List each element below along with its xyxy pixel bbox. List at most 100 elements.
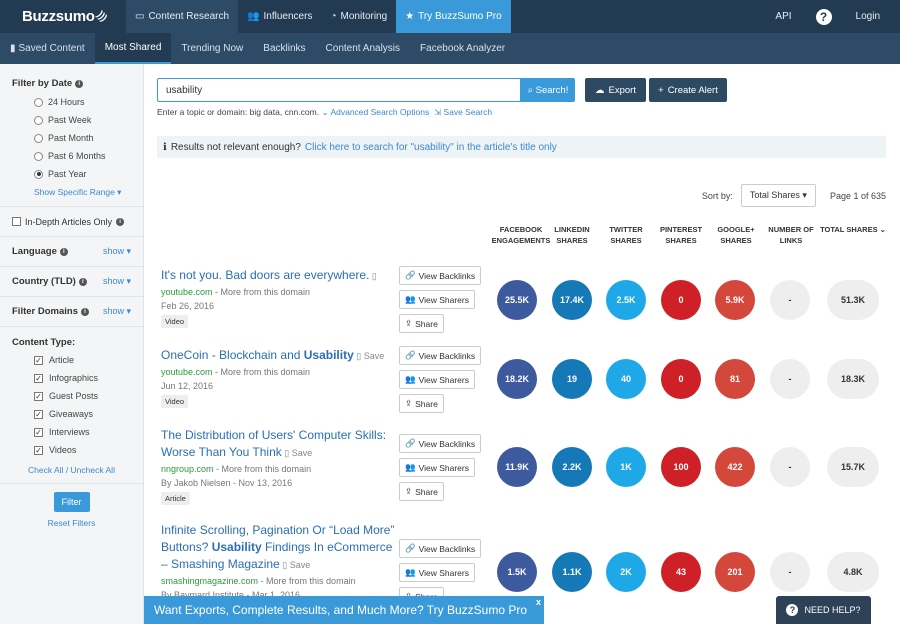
facebook-engagements-value: 18.2K: [497, 359, 537, 399]
date-option-24-hours[interactable]: 24 Hours: [12, 93, 131, 111]
view-sharers-button[interactable]: 👥 View Sharers: [399, 563, 475, 582]
col-twitter-shares[interactable]: TWITTER SHARES: [595, 224, 657, 246]
content-type-tag: Video: [161, 315, 189, 328]
col-googleplus-shares[interactable]: GOOGLE+ SHARES: [705, 224, 767, 246]
content-type-tag: Video: [161, 395, 189, 408]
nav-api[interactable]: API: [763, 11, 803, 22]
buzzsumo-logo[interactable]: Buzzsumo))): [0, 0, 126, 33]
help-button[interactable]: ?: [804, 8, 844, 25]
info-icon: ℹ: [163, 141, 167, 153]
article-title-link[interactable]: The Distribution of Users' Computer Skil…: [161, 427, 391, 462]
create-alert-button[interactable]: + Create Alert: [649, 78, 727, 102]
tab-saved-content[interactable]: ▮ Saved Content: [0, 33, 95, 64]
content-type-tag: Article: [161, 492, 190, 505]
in-depth-checkbox[interactable]: [12, 217, 21, 226]
content-type-guest-posts[interactable]: ✓ Guest Posts: [12, 387, 131, 405]
content-type-article[interactable]: ✓ Article: [12, 351, 131, 369]
tab-content-analysis[interactable]: Content Analysis: [316, 33, 411, 64]
article-domain-link[interactable]: nngroup.com: [161, 464, 214, 474]
total-shares-value: 18.3K: [827, 359, 879, 399]
col-pinterest-shares[interactable]: PINTEREST SHARES: [650, 224, 712, 246]
save-button[interactable]: ▯ Save: [354, 351, 384, 361]
language-show-toggle[interactable]: show ▾: [103, 246, 131, 257]
googleplus-shares-value: 5.9K: [715, 280, 755, 320]
save-search-link[interactable]: ⇲ Save Search: [434, 107, 492, 117]
number-of-links-value: -: [770, 552, 810, 592]
content-type-videos[interactable]: ✓ Videos: [12, 441, 131, 459]
domains-show-toggle[interactable]: show ▾: [103, 306, 131, 317]
check-all-link[interactable]: Check All / Uncheck All: [12, 465, 131, 475]
checkbox-checked-icon: ✓: [34, 409, 43, 419]
advanced-search-link[interactable]: ⌄ Advanced Search Options: [321, 107, 429, 117]
share-button[interactable]: ⇪Share: [399, 394, 444, 413]
page-indicator: Page 1 of 635: [829, 190, 886, 201]
cloud-download-icon: ☁: [595, 84, 605, 96]
wifi-icon: ))): [94, 9, 109, 24]
tab-facebook-analyzer[interactable]: Facebook Analyzer: [410, 33, 515, 64]
pinterest-shares-value: 0: [661, 359, 701, 399]
title-only-search-link[interactable]: Click here to search for "usability" in …: [305, 142, 557, 153]
view-backlinks-button[interactable]: 🔗 View Backlinks: [399, 346, 482, 365]
need-help-button[interactable]: ? NEED HELP?: [776, 596, 871, 624]
date-option-past-month[interactable]: Past Month: [12, 129, 131, 147]
search-input[interactable]: [157, 78, 521, 102]
col-linkedin-shares[interactable]: LINKEDIN SHARES: [541, 224, 603, 246]
close-icon[interactable]: x: [536, 597, 541, 607]
share-icon: ⇪: [405, 318, 413, 328]
googleplus-shares-value: 201: [715, 552, 755, 592]
col-number-of-links[interactable]: NUMBER OF LINKS: [760, 224, 822, 246]
save-button[interactable]: ▯: [369, 271, 377, 281]
tab-backlinks[interactable]: Backlinks: [253, 33, 315, 64]
view-backlinks-button[interactable]: 🔗 View Backlinks: [399, 266, 482, 285]
question-icon: ?: [786, 604, 799, 616]
share-icon: ⇪: [405, 486, 413, 496]
view-backlinks-button[interactable]: 🔗 View Backlinks: [399, 434, 482, 453]
nav-content-research[interactable]: ▭ Content Research: [126, 0, 239, 33]
search-button[interactable]: ⌕ Search!: [521, 78, 575, 102]
sort-select[interactable]: Total Shares ▾: [740, 184, 816, 207]
share-button[interactable]: ⇪Share: [399, 314, 444, 333]
more-from-domain-link[interactable]: - More from this domain: [213, 367, 310, 377]
share-button[interactable]: ⇪Share: [399, 482, 444, 501]
view-sharers-button[interactable]: 👥 View Sharers: [399, 370, 475, 389]
nav-influencers[interactable]: 👥 Influencers: [238, 0, 321, 33]
save-button[interactable]: ▯ Save: [282, 448, 312, 458]
country-show-toggle[interactable]: show ▾: [103, 276, 131, 287]
col-total-shares[interactable]: TOTAL SHARES ⌄: [816, 224, 890, 235]
view-sharers-button[interactable]: 👥 View Sharers: [399, 290, 475, 309]
googleplus-shares-value: 81: [715, 359, 755, 399]
reset-filters-link[interactable]: Reset Filters: [0, 518, 143, 528]
more-from-domain-link[interactable]: - More from this domain: [258, 576, 356, 586]
article-domain-link[interactable]: smashingmagazine.com: [161, 576, 258, 586]
more-from-domain-link[interactable]: - More from this domain: [214, 464, 311, 474]
date-option-past-6-months[interactable]: Past 6 Months: [12, 147, 131, 165]
article-domain-link[interactable]: youtube.com: [161, 287, 213, 297]
nav-monitoring[interactable]: ◔ Monitoring: [321, 0, 396, 33]
show-specific-range-link[interactable]: Show Specific Range ▾: [12, 187, 131, 198]
nav-login[interactable]: Login: [844, 11, 900, 22]
radio-icon: [34, 97, 43, 107]
article-title-link[interactable]: Infinite Scrolling, Pagination Or “Load …: [161, 522, 396, 574]
content-type-interviews[interactable]: ✓ Interviews: [12, 423, 131, 441]
more-from-domain-link[interactable]: - More from this domain: [213, 287, 310, 297]
nav-try-pro[interactable]: ★ Try BuzzSumo Pro: [396, 0, 511, 33]
export-button[interactable]: ☁ Export: [585, 78, 646, 102]
save-button[interactable]: ▯ Save: [280, 560, 310, 570]
filter-button[interactable]: Filter: [53, 492, 90, 512]
tab-trending-now[interactable]: Trending Now: [171, 33, 253, 64]
info-icon: i: [81, 307, 89, 316]
article-title-link[interactable]: OneCoin - Blockchain and Usability ▯ Sav…: [161, 347, 401, 365]
tab-most-shared[interactable]: Most Shared: [94, 33, 172, 64]
facebook-engagements-value: 11.9K: [497, 447, 537, 487]
date-option-past-week[interactable]: Past Week: [12, 111, 131, 129]
info-icon: i: [59, 247, 68, 256]
link-icon: 🔗: [405, 350, 416, 360]
article-title-link[interactable]: It's not you. Bad doors are everywhere. …: [161, 267, 391, 285]
content-type-infographics[interactable]: ✓ Infographics: [12, 369, 131, 387]
content-type-giveaways[interactable]: ✓ Giveaways: [12, 405, 131, 423]
article-domain-link[interactable]: youtube.com: [161, 367, 213, 377]
view-sharers-button[interactable]: 👥 View Sharers: [399, 458, 475, 477]
pro-promo-banner[interactable]: Want Exports, Complete Results, and Much…: [144, 596, 544, 624]
date-option-past-year[interactable]: Past Year: [12, 165, 131, 183]
view-backlinks-button[interactable]: 🔗 View Backlinks: [399, 539, 482, 558]
